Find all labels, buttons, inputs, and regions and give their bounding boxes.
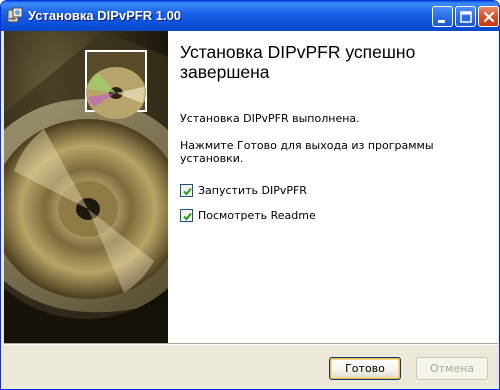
run-app-label[interactable]: Запустить DIPvPFR (198, 184, 307, 197)
checkmark-icon (183, 187, 192, 195)
maximize-icon (460, 11, 472, 23)
minimize-icon (438, 20, 445, 23)
button-separator (4, 343, 498, 345)
close-button[interactable] (478, 6, 499, 27)
wizard-page: Установка DIPvPFR успешно завершена Уста… (4, 31, 498, 343)
status-message: Установка DIPvPFR выполнена. (180, 112, 360, 125)
maximize-button[interactable] (455, 6, 476, 27)
view-readme-option[interactable]: Посмотреть Readme (180, 208, 316, 222)
wizard-side-image (4, 31, 168, 343)
page-title: Установка DIPvPFR успешно завершена (180, 42, 416, 82)
window-title: Установка DIPvPFR 1.00 (28, 8, 182, 23)
run-app-checkbox[interactable] (180, 183, 193, 197)
installer-window: Установка DIPvPFR 1.00 Установка DIPvPFR… (0, 0, 500, 390)
cancel-button[interactable]: Отмена (416, 357, 488, 380)
title-bar[interactable]: Установка DIPvPFR 1.00 (1, 1, 499, 31)
close-icon (483, 11, 495, 23)
finish-button[interactable]: Готово (329, 357, 401, 380)
instruction-message: Нажмите Готово для выхода из программы у… (180, 139, 434, 165)
view-readme-label[interactable]: Посмотреть Readme (198, 209, 316, 222)
run-app-option[interactable]: Запустить DIPvPFR (180, 183, 307, 197)
view-readme-checkbox[interactable] (180, 208, 193, 222)
installer-app-icon (7, 7, 23, 23)
checkmark-icon (183, 212, 192, 220)
wizard-content: Установка DIPvPFR успешно завершена Уста… (168, 31, 498, 343)
minimize-button[interactable] (432, 6, 453, 27)
